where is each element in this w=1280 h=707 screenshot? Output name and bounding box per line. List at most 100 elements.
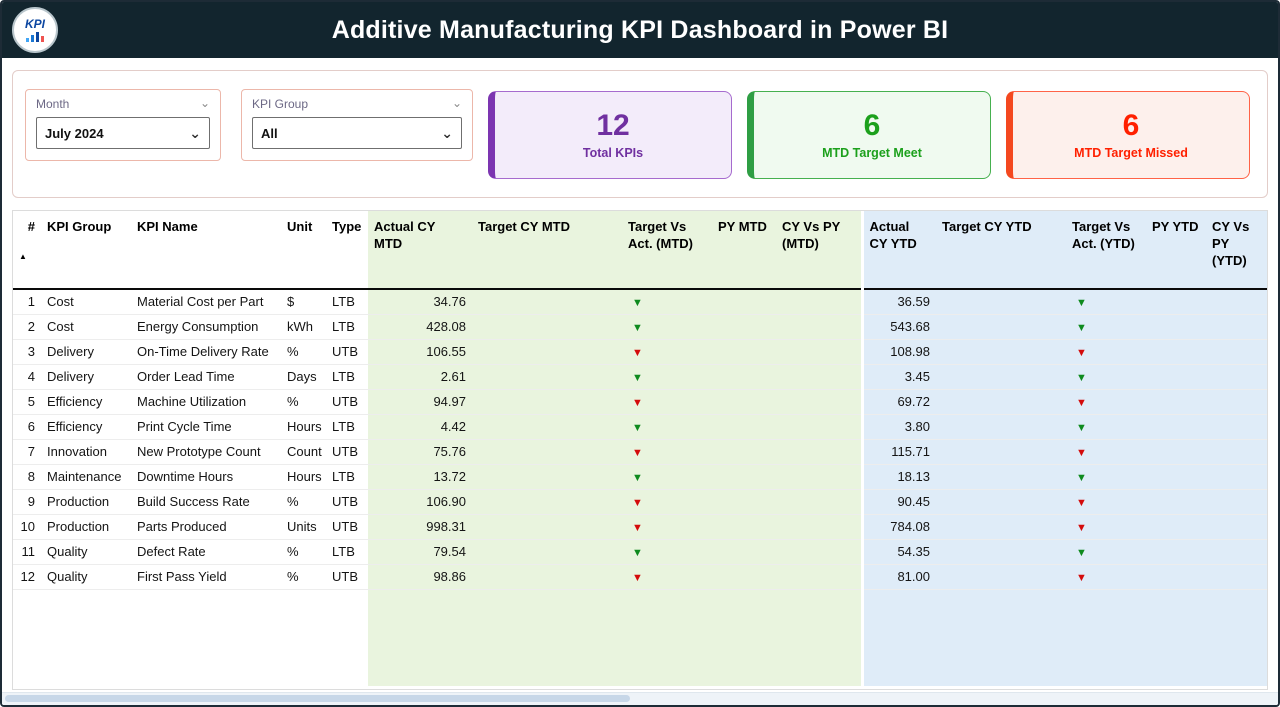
scrollbar-thumb[interactable] [5,695,631,702]
table-header-row: # ▲ KPI Group KPI Name Unit Type Actual CY MTD… [13,211,1267,290]
down-arrow-icon: ▼ [632,497,643,509]
kpi-name: Machine Utilization [131,389,281,415]
cy-vs-py-ytd [1206,514,1267,540]
table-row[interactable]: 4 Delivery Order Lead Time Days LTB 2.61 ▼ 3.45… [13,364,1267,390]
table-row[interactable]: 11 Quality Defect Rate% LTB 79.54 ▼ 54.35 ▼ [13,539,1267,565]
filler-cell [622,589,712,686]
table-row[interactable]: 12 Quality First Pass Yield% UTB 98.86 ▼ 81.00… [13,564,1267,590]
col-header-actual-cy-ytd[interactable]: Actual CY YTD [860,211,936,290]
kpi-group-dropdown-value: All [261,125,278,141]
target-vs-act-mtd: ▼ [622,339,712,365]
actual-cy-mtd: 428.08 [368,314,472,340]
row-number: 3 [13,339,41,365]
unit: % [281,339,326,365]
filler-cell [41,589,131,686]
actual-cy-ytd: 108.98 [860,339,936,365]
actual-cy-ytd: 115.71 [860,439,936,465]
table-row[interactable]: 8 Maintenance Downtime Hours Hours LTB 13.72 ▼… [13,464,1267,490]
table-row[interactable]: 9 Production Build Success Rate% UTB 106.90 ▼… [13,489,1267,515]
kpi-table-body: 1 Cost Material Cost per Part $ LTB 34.76 ▼ 36.… [13,289,1267,686]
down-arrow-icon: ▼ [1076,497,1087,509]
col-header-cy-vs-py-ytd[interactable]: CY Vs PY (YTD) [1206,211,1267,290]
chevron-down-icon[interactable]: ⌄ [452,97,462,109]
kpi-group: Quality [41,564,131,590]
page-title: Additive Manufacturing KPI Dashboard in … [331,15,949,44]
kpi-name: Material Cost per Part [131,289,281,315]
col-header-kpi-name[interactable]: KPI Name [131,211,281,290]
col-header-target-cy-mtd[interactable]: Target CY MTD [472,211,622,290]
col-header-cy-vs-py-mtd[interactable]: CY Vs PY (MTD) [776,211,862,290]
chevron-down-icon[interactable]: ⌄ [200,97,210,109]
actual-cy-mtd: 13.72 [368,464,472,490]
table-row[interactable]: 1 Cost Material Cost per Part $ LTB 34.76 ▼ 36.… [13,289,1267,315]
unit: Days [281,364,326,390]
row-number: 2 [13,314,41,340]
actual-cy-mtd: 34.76 [368,289,472,315]
mtd-target-missed-card: 6 MTD Target Missed [1006,91,1250,179]
table-row[interactable]: 5 Efficiency Machine Utilization% UTB 94.97 ▼… [13,389,1267,415]
cy-vs-py-ytd [1206,539,1267,565]
col-header-type[interactable]: Type [326,211,368,290]
month-dropdown[interactable]: July 2024 ⌄ [36,117,210,149]
target-cy-mtd [472,439,622,465]
col-header-target-vs-act-ytd[interactable]: Target Vs Act. (YTD) [1066,211,1146,290]
py-ytd [1146,464,1206,490]
month-dropdown-value: July 2024 [45,125,104,141]
down-arrow-icon: ▼ [1076,347,1087,359]
kpi-name: Downtime Hours [131,464,281,490]
kpi-name: Print Cycle Time [131,414,281,440]
type: UTB [326,389,368,415]
target-cy-mtd [472,364,622,390]
filler-cell [1206,589,1267,686]
py-mtd [712,489,776,515]
target-vs-act-ytd: ▼ [1066,389,1146,415]
col-header-target-vs-act-mtd[interactable]: Target Vs Act. (MTD) [622,211,712,290]
kpi-group-dropdown[interactable]: All ⌄ [252,117,462,149]
filler-cell [326,589,368,686]
col-header-kpi-group[interactable]: KPI Group [41,211,131,290]
kpi-name: On-Time Delivery Rate [131,339,281,365]
filler-cell [131,589,281,686]
target-cy-ytd [936,464,1066,490]
mtd-target-missed-value: 6 [1122,108,1140,142]
cy-vs-py-ytd [1206,339,1267,365]
col-header-row-number[interactable]: # ▲ [13,211,41,290]
horizontal-scrollbar[interactable] [2,692,1278,705]
cy-vs-py-mtd [776,514,862,540]
target-cy-mtd [472,464,622,490]
type: UTB [326,564,368,590]
unit: Units [281,514,326,540]
kpi-matrix: # ▲ KPI Group KPI Name Unit Type Actual CY MTD… [13,211,1267,686]
kpi-name: Energy Consumption [131,314,281,340]
logo-text: KPI [24,17,45,31]
cy-vs-py-mtd [776,289,862,315]
col-header-py-mtd[interactable]: PY MTD [712,211,776,290]
table-row[interactable]: 10 Production Parts Produced Units UTB 998.31… [13,514,1267,540]
target-cy-ytd [936,414,1066,440]
target-vs-act-mtd: ▼ [622,489,712,515]
cy-vs-py-mtd [776,539,862,565]
row-number: 12 [13,564,41,590]
py-mtd [712,314,776,340]
target-vs-act-ytd: ▼ [1066,314,1146,340]
down-arrow-icon: ▼ [632,322,643,334]
actual-cy-mtd: 98.86 [368,564,472,590]
col-header-target-cy-ytd[interactable]: Target CY YTD [936,211,1066,290]
table-filler-row [13,589,1267,686]
table-row[interactable]: 7 Innovation New Prototype Count Count UTB 75… [13,439,1267,465]
col-header-py-ytd[interactable]: PY YTD [1146,211,1206,290]
target-cy-mtd [472,514,622,540]
target-vs-act-ytd: ▼ [1066,439,1146,465]
target-vs-act-ytd: ▼ [1066,564,1146,590]
table-row[interactable]: 6 Efficiency Print Cycle Time Hours LTB 4.42 ▼… [13,414,1267,440]
month-slicer-header: Month ⌄ [26,90,220,113]
dashboard-page: KPI Additive Manufacturing KPI Dashboard… [0,0,1280,707]
row-number: 8 [13,464,41,490]
table-row[interactable]: 3 Delivery On-Time Delivery Rate% UTB 106.55… [13,339,1267,365]
col-header-unit[interactable]: Unit [281,211,326,290]
col-header-actual-cy-mtd[interactable]: Actual CY MTD [368,211,472,290]
table-row[interactable]: 2 Cost Energy Consumption kWh LTB 428.08 ▼ 543.… [13,314,1267,340]
total-kpis-value: 12 [596,108,630,142]
cy-vs-py-mtd [776,339,862,365]
row-number: 9 [13,489,41,515]
